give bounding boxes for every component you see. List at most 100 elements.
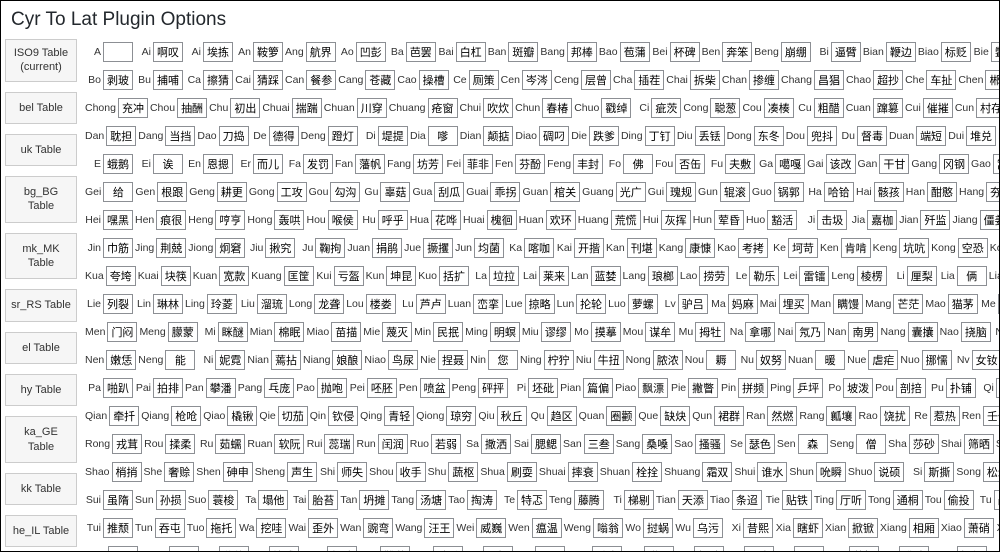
mapping-input[interactable] [306,70,336,90]
mapping-input[interactable] [218,322,248,342]
mapping-input[interactable] [315,238,345,258]
mapping-input[interactable] [643,518,673,538]
mapping-input[interactable] [624,490,654,510]
mapping-input[interactable] [359,490,389,510]
mapping-input[interactable] [756,350,786,370]
mapping-input[interactable] [207,294,237,314]
tab-ka_ge-table[interactable]: ka_GE Table [5,416,77,463]
mapping-input[interactable] [831,42,861,62]
mapping-input[interactable] [722,42,752,62]
mapping-input[interactable] [836,490,866,510]
mapping-input[interactable] [386,266,416,286]
mapping-input[interactable] [384,406,414,426]
mapping-input[interactable] [961,322,991,342]
mapping-input[interactable] [546,210,576,230]
mapping-input[interactable] [165,126,195,146]
mapping-input[interactable] [217,182,247,202]
mapping-input[interactable] [112,434,142,454]
mapping-input[interactable] [807,126,837,146]
mapping-input[interactable] [574,238,604,258]
mapping-input[interactable] [799,266,829,286]
mapping-input[interactable] [634,70,664,90]
mapping-input[interactable] [378,434,408,454]
mapping-input[interactable] [303,154,333,174]
mapping-input[interactable] [256,518,286,538]
mapping-input[interactable] [584,434,614,454]
tab-iso9-table-(current)[interactable]: ISO9 Table (current) [5,39,77,82]
mapping-input[interactable] [725,154,755,174]
mapping-input[interactable] [695,434,725,454]
mapping-input[interactable] [695,126,725,146]
mapping-input[interactable] [103,154,133,174]
mapping-input[interactable] [168,322,198,342]
mapping-input[interactable] [490,182,520,202]
mapping-input[interactable] [857,266,887,286]
mapping-input[interactable] [966,126,996,146]
mapping-input[interactable] [699,266,729,286]
mapping-input[interactable] [794,546,824,552]
mapping-input[interactable] [109,406,139,426]
tab-he_il-table[interactable]: he_IL Table [5,515,77,547]
mapping-input[interactable] [378,126,408,146]
mapping-input[interactable] [314,294,344,314]
mapping-input[interactable] [793,518,823,538]
mapping-input[interactable] [550,182,580,202]
mapping-input[interactable] [269,546,299,552]
mapping-input[interactable] [606,406,636,426]
mapping-input[interactable] [957,266,987,286]
mapping-input[interactable] [909,518,939,538]
mapping-input[interactable] [908,322,938,342]
mapping-input[interactable] [983,406,999,426]
mapping-input[interactable] [591,322,621,342]
mapping-input[interactable] [873,70,903,90]
mapping-input[interactable] [535,546,565,552]
mapping-input[interactable] [292,98,322,118]
mapping-input[interactable] [153,154,183,174]
mapping-input[interactable] [219,546,249,552]
mapping-input[interactable] [690,70,720,90]
mapping-input[interactable] [469,70,499,90]
mapping-input[interactable] [324,434,354,454]
mapping-input[interactable] [424,518,454,538]
mapping-input[interactable] [438,350,468,370]
mapping-input[interactable] [103,182,133,202]
mapping-input[interactable] [601,98,631,118]
mapping-input[interactable] [483,98,513,118]
mapping-input[interactable] [775,154,805,174]
mapping-input[interactable] [793,378,823,398]
mapping-input[interactable] [274,434,304,454]
mapping-input[interactable] [332,350,362,370]
mapping-input[interactable] [544,350,574,370]
mapping-input[interactable] [380,546,410,552]
mapping-input[interactable] [907,266,937,286]
mapping-input[interactable] [702,462,732,482]
mapping-input[interactable] [817,210,847,230]
mapping-input[interactable] [957,546,987,552]
mapping-input[interactable] [939,154,969,174]
mapping-input[interactable] [694,546,724,552]
mapping-input[interactable] [164,462,194,482]
mapping-input[interactable] [215,434,245,454]
mapping-input[interactable] [661,210,691,230]
mapping-input[interactable] [515,154,545,174]
mapping-input[interactable] [474,238,504,258]
mapping-input[interactable] [567,42,597,62]
mapping-input[interactable] [433,546,463,552]
mapping-input[interactable] [994,490,999,510]
mapping-input[interactable] [581,70,611,90]
mapping-input[interactable] [738,378,768,398]
mapping-input[interactable] [337,462,367,482]
mapping-input[interactable] [103,518,133,538]
mapping-input[interactable] [265,238,295,258]
mapping-input[interactable] [814,98,844,118]
mapping-input[interactable] [781,42,811,62]
mapping-input[interactable] [413,154,443,174]
mapping-input[interactable] [833,294,863,314]
mapping-input[interactable] [524,238,554,258]
mapping-input[interactable] [448,462,478,482]
mapping-input[interactable] [685,238,715,258]
mapping-input[interactable] [419,70,449,90]
mapping-input[interactable] [423,238,453,258]
mapping-input[interactable] [165,434,195,454]
mapping-input[interactable] [542,98,572,118]
